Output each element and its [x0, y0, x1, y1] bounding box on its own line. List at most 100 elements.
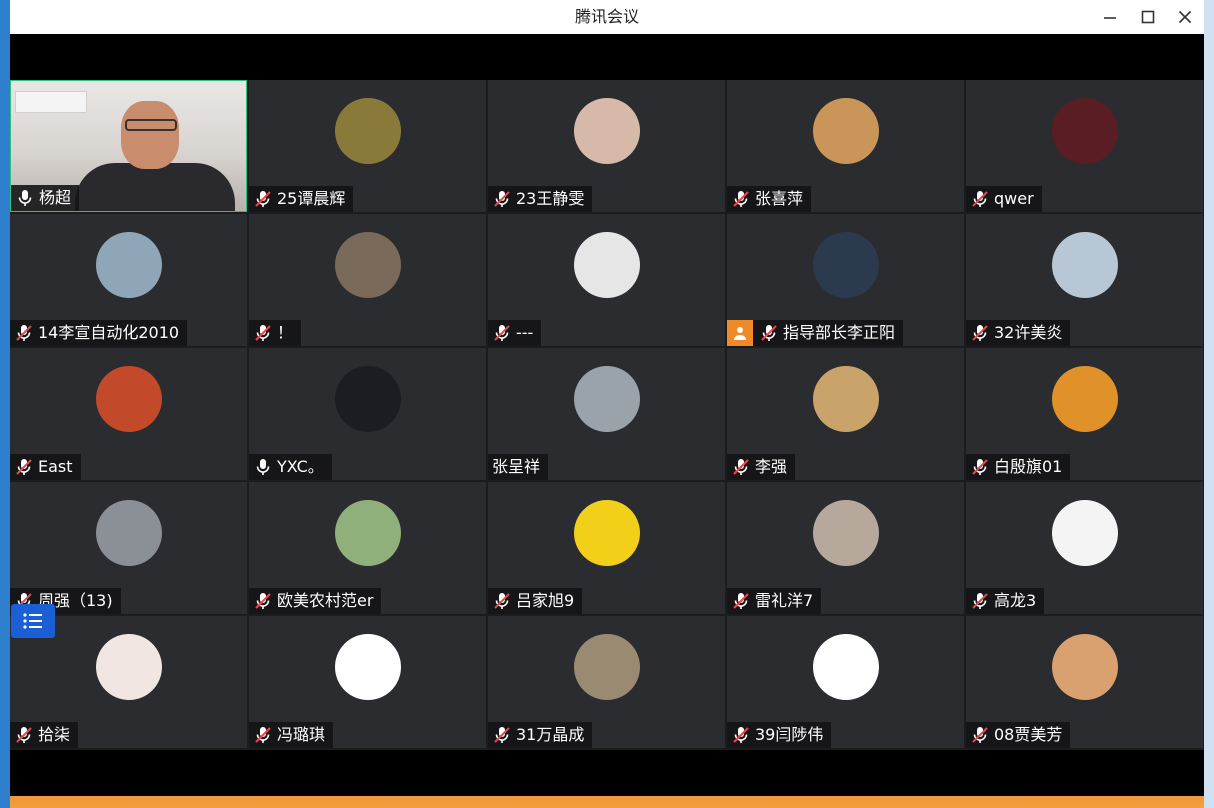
- mic-muted-icon: [492, 591, 512, 611]
- participant-tile[interactable]: ---: [488, 214, 725, 346]
- participant-tile[interactable]: qwer: [966, 80, 1203, 212]
- avatar: [335, 98, 401, 164]
- participant-tile[interactable]: 雷礼洋7: [727, 482, 964, 614]
- participant-tile[interactable]: 李强: [727, 348, 964, 480]
- avatar: [96, 232, 162, 298]
- mic-muted-icon: [492, 189, 512, 209]
- participant-name: qwer: [994, 189, 1034, 208]
- close-button[interactable]: [1167, 0, 1203, 34]
- participant-tile[interactable]: 32许美炎: [966, 214, 1203, 346]
- mic-muted-icon: [731, 189, 751, 209]
- participant-name: 25谭晨辉: [277, 189, 346, 208]
- participant-tile[interactable]: 杨超: [10, 80, 247, 212]
- mic-muted-icon: [492, 323, 512, 343]
- participant-tile[interactable]: 张呈祥: [488, 348, 725, 480]
- participant-tile[interactable]: 高龙3: [966, 482, 1203, 614]
- avatar: [1052, 232, 1118, 298]
- participant-label: 雷礼洋7: [727, 588, 822, 614]
- mic-muted-icon: [970, 457, 990, 477]
- participant-tile[interactable]: 周强（13): [10, 482, 247, 614]
- participant-label: East: [10, 454, 81, 480]
- desktop-background-left: [0, 0, 10, 808]
- participant-label: ！: [249, 320, 302, 346]
- person-body: [75, 163, 235, 211]
- bottom-black-bar: [10, 750, 1204, 796]
- avatar: [96, 366, 162, 432]
- avatar: [335, 232, 401, 298]
- mic-muted-icon: [970, 189, 990, 209]
- participant-grid: 杨超 25谭晨辉 23王静雯 张喜萍 qwer 14李宣自动化2010 ！ --- 指导部长李正…: [10, 80, 1204, 750]
- participant-name: 张喜萍: [755, 189, 804, 208]
- participant-tile[interactable]: 08贾美芳: [966, 616, 1203, 748]
- avatar: [813, 634, 879, 700]
- participant-label: YXC。: [249, 454, 332, 480]
- participant-name: ！: [277, 323, 294, 342]
- avatar: [96, 500, 162, 566]
- avatar: [574, 232, 640, 298]
- avatar: [1052, 366, 1118, 432]
- participant-tile[interactable]: 14李宣自动化2010: [10, 214, 247, 346]
- participant-tile[interactable]: 张喜萍: [727, 80, 964, 212]
- list-icon: [23, 613, 42, 629]
- top-black-bar: [10, 34, 1204, 80]
- glasses: [125, 119, 177, 131]
- participant-tile[interactable]: 冯璐琪: [249, 616, 486, 748]
- participant-label: ---: [488, 320, 542, 346]
- participant-name: 23王静雯: [516, 189, 585, 208]
- participant-name: 李强: [755, 457, 788, 476]
- mic-muted-icon: [253, 323, 273, 343]
- participant-name: ---: [516, 323, 534, 342]
- host-icon: [727, 320, 753, 346]
- participant-name: 32许美炎: [994, 323, 1063, 342]
- minimize-icon: [1104, 17, 1116, 19]
- participant-tile[interactable]: 25谭晨辉: [249, 80, 486, 212]
- avatar: [96, 634, 162, 700]
- participant-label: 张呈祥: [488, 454, 549, 480]
- avatar: [1052, 98, 1118, 164]
- participant-name: 14李宣自动化2010: [38, 323, 180, 342]
- participant-label: 31万晶成: [488, 722, 593, 748]
- participant-tile[interactable]: YXC。: [249, 348, 486, 480]
- minimize-button[interactable]: [1092, 0, 1128, 34]
- avatar: [335, 366, 401, 432]
- participant-label: 指导部长李正阳: [727, 320, 904, 346]
- title-bar[interactable]: 腾讯会议: [10, 0, 1204, 34]
- avatar: [574, 500, 640, 566]
- participant-label: 高龙3: [966, 588, 1045, 614]
- participant-name: 冯璐琪: [277, 725, 326, 744]
- mic-muted-icon: [492, 725, 512, 745]
- avatar: [813, 366, 879, 432]
- member-list-button[interactable]: [11, 604, 55, 638]
- participant-tile[interactable]: 白殷旗01: [966, 348, 1203, 480]
- participant-label: 冯璐琪: [249, 722, 334, 748]
- avatar: [1052, 500, 1118, 566]
- participant-tile[interactable]: 31万晶成: [488, 616, 725, 748]
- mic-muted-icon: [970, 591, 990, 611]
- participant-tile[interactable]: 吕家旭9: [488, 482, 725, 614]
- participant-name: 白殷旗01: [994, 457, 1063, 476]
- participant-tile[interactable]: East: [10, 348, 247, 480]
- participant-label: 白殷旗01: [966, 454, 1071, 480]
- participant-label: 杨超: [11, 185, 80, 211]
- participant-tile[interactable]: 欧美农村范er: [249, 482, 486, 614]
- participant-tile[interactable]: 指导部长李正阳: [727, 214, 964, 346]
- avatar: [813, 500, 879, 566]
- participant-name: 吕家旭9: [516, 591, 575, 610]
- mic-muted-icon: [253, 725, 273, 745]
- participant-tile[interactable]: 39闫陟伟: [727, 616, 964, 748]
- mic-on-icon: [253, 457, 273, 477]
- participant-tile[interactable]: 23王静雯: [488, 80, 725, 212]
- person-head: [121, 101, 179, 169]
- participant-tile[interactable]: ！: [249, 214, 486, 346]
- participant-name: 杨超: [39, 188, 72, 207]
- maximize-button[interactable]: [1130, 0, 1166, 34]
- participant-label: 拾柒: [10, 722, 79, 748]
- participant-label: 欧美农村范er: [249, 588, 382, 614]
- participant-label: 32许美炎: [966, 320, 1071, 346]
- avatar: [813, 98, 879, 164]
- participant-label: 李强: [727, 454, 796, 480]
- participant-label: 14李宣自动化2010: [10, 320, 188, 346]
- meeting-window: 腾讯会议 杨超 25谭晨辉 23王静雯 张喜萍 qwer 14李宣自动化2010 ！ --- 指…: [10, 0, 1204, 796]
- mic-muted-icon: [14, 323, 34, 343]
- participant-name: 39闫陟伟: [755, 725, 824, 744]
